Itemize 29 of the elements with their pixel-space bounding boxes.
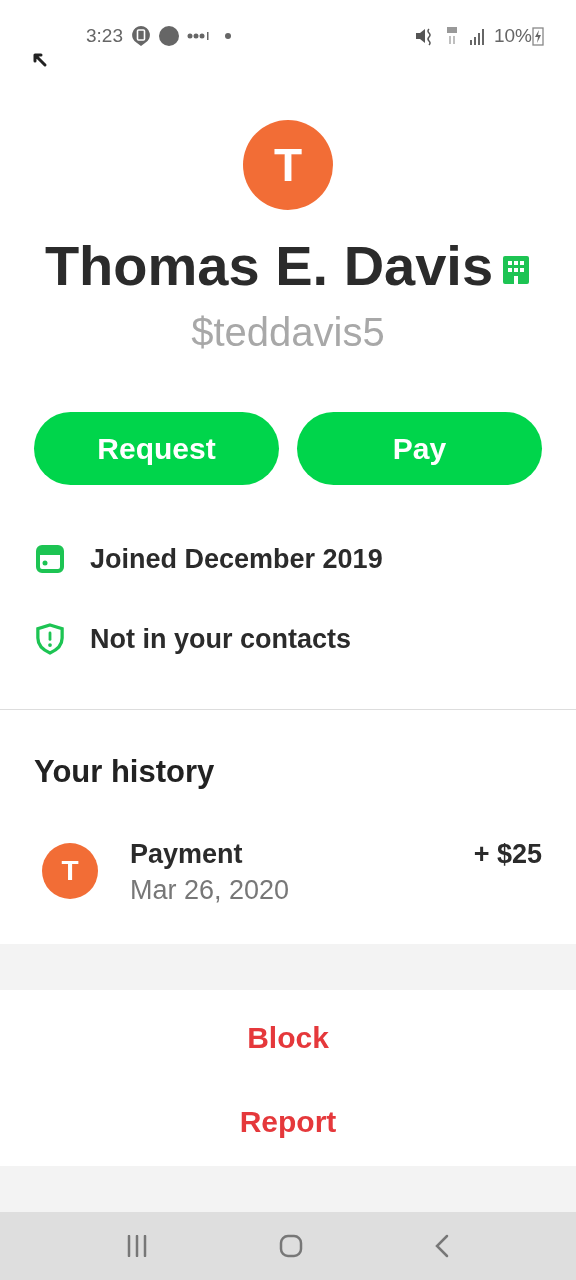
report-button[interactable]: Report	[223, 1098, 353, 1146]
avatar: T	[243, 120, 333, 210]
info-text: Not in your contacts	[90, 622, 352, 656]
transaction-date: Mar 26, 2020	[130, 874, 291, 907]
home-icon[interactable]	[279, 1234, 303, 1258]
dot-icon	[225, 33, 231, 39]
section-title: Your history	[34, 753, 215, 791]
avatar: T	[42, 843, 98, 899]
history-item[interactable]: T Payment Mar 26, 2020 + $25	[42, 838, 542, 910]
transaction-amount: + $25	[473, 838, 542, 870]
battery-percent: 10%	[493, 23, 532, 48]
back-icon[interactable]	[32, 52, 48, 68]
cashtag: $teddavis5	[191, 309, 385, 356]
profile-name: Thomas E. Davis	[44, 233, 494, 299]
info-text: Joined December 2019	[90, 542, 383, 576]
transaction-title: Payment	[130, 838, 244, 870]
signal-icon	[469, 27, 486, 45]
recent-apps-icon[interactable]	[125, 1235, 148, 1257]
building-icon	[501, 254, 532, 286]
calendar-icon	[36, 545, 64, 573]
circle-icon	[159, 26, 179, 46]
status-time: 3:23	[86, 23, 123, 48]
battery-icon	[532, 26, 544, 46]
shield-icon	[36, 622, 64, 656]
lte-icon	[445, 26, 458, 46]
more-icon	[187, 31, 209, 41]
mute-icon	[413, 26, 434, 46]
notification-icon	[131, 25, 151, 47]
block-button[interactable]: Block	[231, 1014, 345, 1062]
